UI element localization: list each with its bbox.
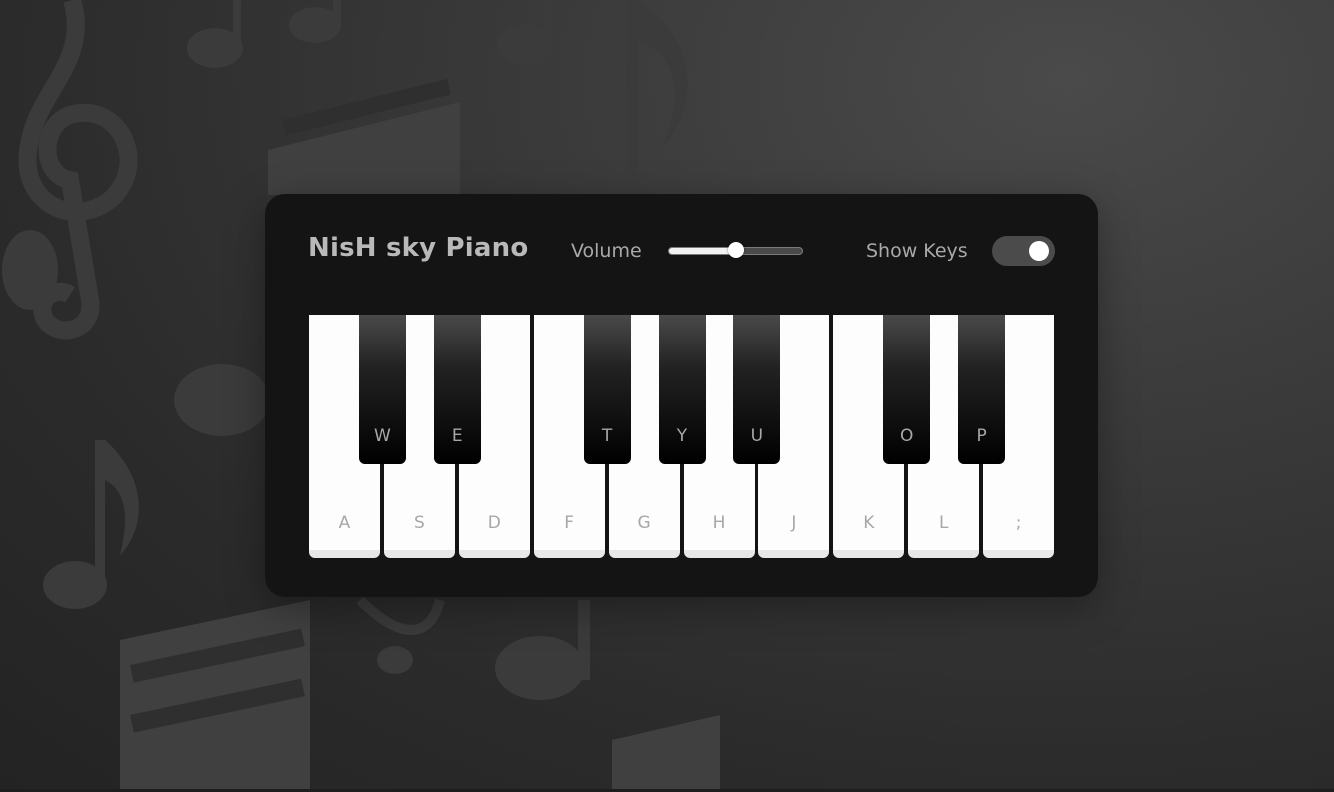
piano-keyboard: A S D F G H J K L; W E T Y U O P: [309, 315, 1055, 559]
show-keys-label: Show Keys: [866, 240, 968, 262]
key-label: E: [451, 426, 463, 446]
black-key[interactable]: T: [583, 315, 631, 464]
key-label: ;: [1015, 513, 1022, 533]
app-title: NisH sky Piano: [308, 233, 529, 263]
key-label: D: [487, 513, 501, 533]
black-key[interactable]: E: [433, 315, 481, 464]
music-note-icon: [43, 440, 139, 609]
volume-slider-fill: [669, 248, 736, 254]
key-label: Y: [676, 426, 688, 446]
key-label: J: [791, 513, 797, 533]
music-note-icon: [174, 364, 270, 436]
key-label: H: [712, 513, 726, 533]
piano-panel: NisH sky Piano Volume Show Keys A S D F G H J K…: [265, 194, 1098, 597]
key-label: O: [899, 426, 914, 446]
piano-header: NisH sky Piano Volume Show Keys: [265, 194, 1098, 304]
key-label: U: [750, 426, 764, 446]
treble-clef-icon: [2, 0, 138, 340]
key-label: F: [564, 513, 575, 533]
beamed-notes-icon: [612, 715, 720, 792]
music-note-icon: [356, 596, 590, 700]
black-key[interactable]: U: [733, 315, 781, 464]
key-label: L: [938, 513, 949, 533]
key-label: G: [637, 513, 651, 533]
show-keys-toggle[interactable]: [992, 236, 1055, 266]
volume-slider-thumb[interactable]: [727, 242, 744, 258]
key-label: S: [413, 513, 425, 533]
beamed-notes-icon: [120, 600, 310, 792]
show-keys-toggle-knob: [1029, 241, 1049, 261]
key-label: K: [863, 513, 875, 533]
volume-label: Volume: [571, 240, 642, 262]
black-key[interactable]: O: [883, 315, 931, 464]
black-key[interactable]: Y: [658, 315, 706, 464]
key-label: A: [338, 513, 351, 533]
beamed-notes-icon: [268, 78, 460, 195]
black-key[interactable]: P: [958, 315, 1006, 464]
music-note-icon: [626, 0, 688, 195]
key-label: T: [601, 426, 613, 446]
key-label: W: [373, 426, 391, 446]
music-note-icon: [187, 0, 553, 68]
key-label: P: [976, 426, 987, 446]
black-key[interactable]: W: [358, 315, 406, 464]
